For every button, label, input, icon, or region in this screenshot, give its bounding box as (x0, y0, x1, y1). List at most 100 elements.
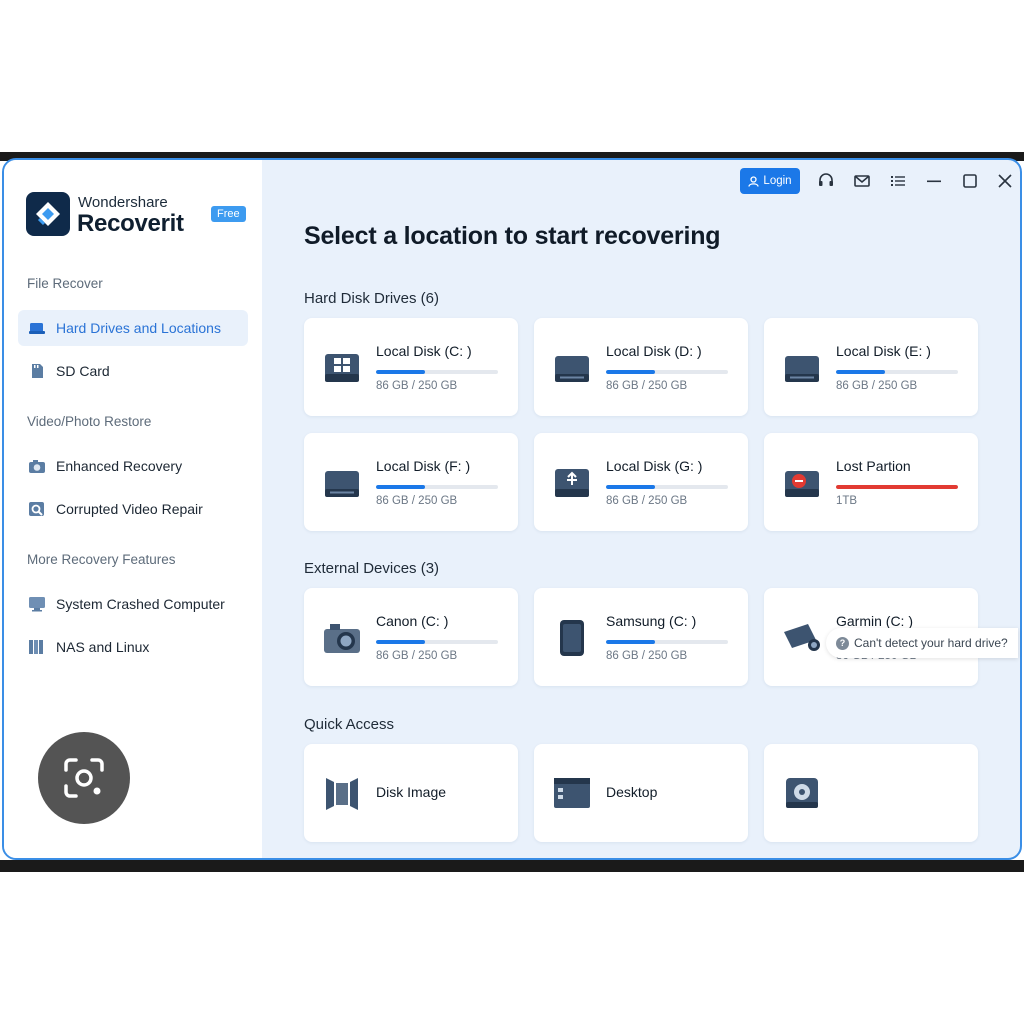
usage-fill (606, 485, 655, 489)
desktop-icon (554, 778, 590, 808)
drive-card-lost-partition[interactable]: Lost Partion 1TB (764, 433, 978, 531)
drive-size: 86 GB / 250 GB (606, 495, 688, 507)
drive-icon (555, 356, 589, 382)
sidebar-item-enhanced-recovery[interactable]: Enhanced Recovery (18, 448, 248, 484)
drive-icon (325, 471, 359, 497)
usage-fill (606, 370, 655, 374)
sidebar-item-system-crashed[interactable]: System Crashed Computer (18, 586, 248, 622)
maximize-icon[interactable] (961, 172, 979, 190)
drive-size: 1TB (836, 495, 858, 507)
free-badge: Free (211, 206, 246, 222)
device-card-canon[interactable]: Canon (C: ) 86 GB / 250 GB (304, 588, 518, 686)
sidebar-item-nas-linux[interactable]: NAS and Linux (18, 629, 248, 665)
section-video-photo-restore: Video/Photo Restore (27, 414, 152, 429)
drive-card-d[interactable]: Local Disk (D: ) 86 GB / 250 GB (534, 318, 748, 416)
sidebar-item-label: System Crashed Computer (56, 596, 225, 612)
usage-fill (376, 485, 425, 489)
drive-size: 86 GB / 250 GB (376, 380, 458, 392)
dashcam-icon (784, 624, 820, 651)
sidebar-item-hard-drives[interactable]: Hard Drives and Locations (18, 310, 248, 346)
login-label: Login (763, 175, 792, 187)
sidebar-item-label: NAS and Linux (56, 639, 150, 655)
usage-bar (606, 370, 728, 374)
drive-name: Local Disk (E: ) (836, 343, 931, 359)
sidebar-item-label: Enhanced Recovery (56, 458, 183, 474)
drive-size: 86 GB / 250 GB (836, 380, 918, 392)
quick-access-label: Disk Image (376, 784, 447, 800)
drive-card-c[interactable]: Local Disk (C: ) 86 GB / 250 GB (304, 318, 518, 416)
cant-detect-drive-link[interactable]: ? Can't detect your hard drive? (826, 628, 1018, 658)
drive-name: Local Disk (C: ) (376, 343, 472, 359)
quick-access-disk-image[interactable]: Disk Image (304, 744, 518, 842)
help-icon: ? (836, 636, 849, 650)
video-repair-icon (28, 501, 46, 517)
brand-company: Wondershare (78, 194, 168, 211)
device-card-samsung[interactable]: Samsung (C: ) 86 GB / 250 GB (534, 588, 748, 686)
select-folder-icon (786, 778, 818, 808)
tooltip-label: Can't detect your hard drive? (854, 636, 1008, 650)
usage-bar (606, 485, 728, 489)
quick-access-select-folder[interactable] (764, 744, 978, 842)
sidebar: Wondershare Recoverit Free File Recover … (4, 160, 262, 858)
camera-device-icon (324, 624, 360, 653)
usage-fill (836, 370, 885, 374)
device-name: Samsung (C: ) (606, 613, 697, 629)
main-content: Login Select a location to start recover… (262, 160, 1020, 858)
sidebar-item-label: SD Card (56, 363, 110, 379)
device-name: Garmin (C: ) (836, 613, 913, 629)
sidebar-item-corrupted-video-repair[interactable]: Corrupted Video Repair (18, 491, 248, 527)
disk-image-icon (326, 778, 358, 810)
sidebar-item-label: Hard Drives and Locations (56, 320, 221, 336)
usage-fill (836, 485, 958, 489)
minimize-icon[interactable] (925, 172, 943, 190)
lens-camera-icon (64, 758, 104, 798)
headset-icon[interactable] (817, 172, 835, 190)
menu-list-icon[interactable] (889, 172, 907, 190)
drive-name: Local Disk (G: ) (606, 458, 703, 474)
login-button[interactable]: Login (740, 168, 800, 194)
hard-drive-icon (28, 320, 46, 336)
sidebar-item-sd-card[interactable]: SD Card (18, 353, 248, 389)
lens-search-button[interactable] (38, 732, 130, 824)
sidebar-item-label: Corrupted Video Repair (56, 501, 203, 517)
quick-access-desktop[interactable]: Desktop (534, 744, 748, 842)
device-size: 86 GB / 250 GB (376, 650, 458, 662)
sd-card-icon (28, 363, 46, 379)
mail-icon[interactable] (853, 172, 871, 190)
drive-name: Local Disk (D: ) (606, 343, 702, 359)
usage-bar (376, 640, 498, 644)
drive-size: 86 GB / 250 GB (376, 495, 458, 507)
group-title-hard-disks: Hard Disk Drives (6) (304, 290, 440, 307)
drive-name: Lost Partion (836, 458, 911, 474)
windows-drive-icon (325, 354, 359, 382)
page-title: Select a location to start recovering (304, 222, 721, 250)
usage-bar (836, 370, 958, 374)
screen-bottom-border (0, 860, 1024, 872)
lost-partition-icon (785, 471, 819, 497)
brand-product: Recoverit (77, 210, 184, 237)
group-title-quick-access: Quick Access (304, 716, 395, 733)
recoverit-logo (26, 192, 70, 236)
device-name: Canon (C: ) (376, 613, 449, 629)
drive-size: 86 GB / 250 GB (606, 380, 688, 392)
section-more-features: More Recovery Features (27, 552, 176, 567)
drive-icon (785, 356, 819, 382)
drive-card-f[interactable]: Local Disk (F: ) 86 GB / 250 GB (304, 433, 518, 531)
usage-fill (376, 370, 425, 374)
usage-bar (836, 485, 958, 489)
server-icon (28, 639, 46, 655)
drive-name: Local Disk (F: ) (376, 458, 471, 474)
usage-fill (606, 640, 655, 644)
usage-bar (606, 640, 728, 644)
camera-icon (28, 458, 46, 474)
group-title-external: External Devices (3) (304, 560, 440, 577)
usage-bar (376, 370, 498, 374)
device-size: 86 GB / 250 GB (606, 650, 688, 662)
monitor-icon (28, 596, 46, 612)
close-icon[interactable] (996, 172, 1014, 190)
app-window: Wondershare Recoverit Free File Recover … (2, 158, 1022, 860)
section-file-recover: File Recover (27, 276, 103, 291)
drive-card-g[interactable]: Local Disk (G: ) 86 GB / 250 GB (534, 433, 748, 531)
drive-card-e[interactable]: Local Disk (E: ) 86 GB / 250 GB (764, 318, 978, 416)
usage-bar (376, 485, 498, 489)
